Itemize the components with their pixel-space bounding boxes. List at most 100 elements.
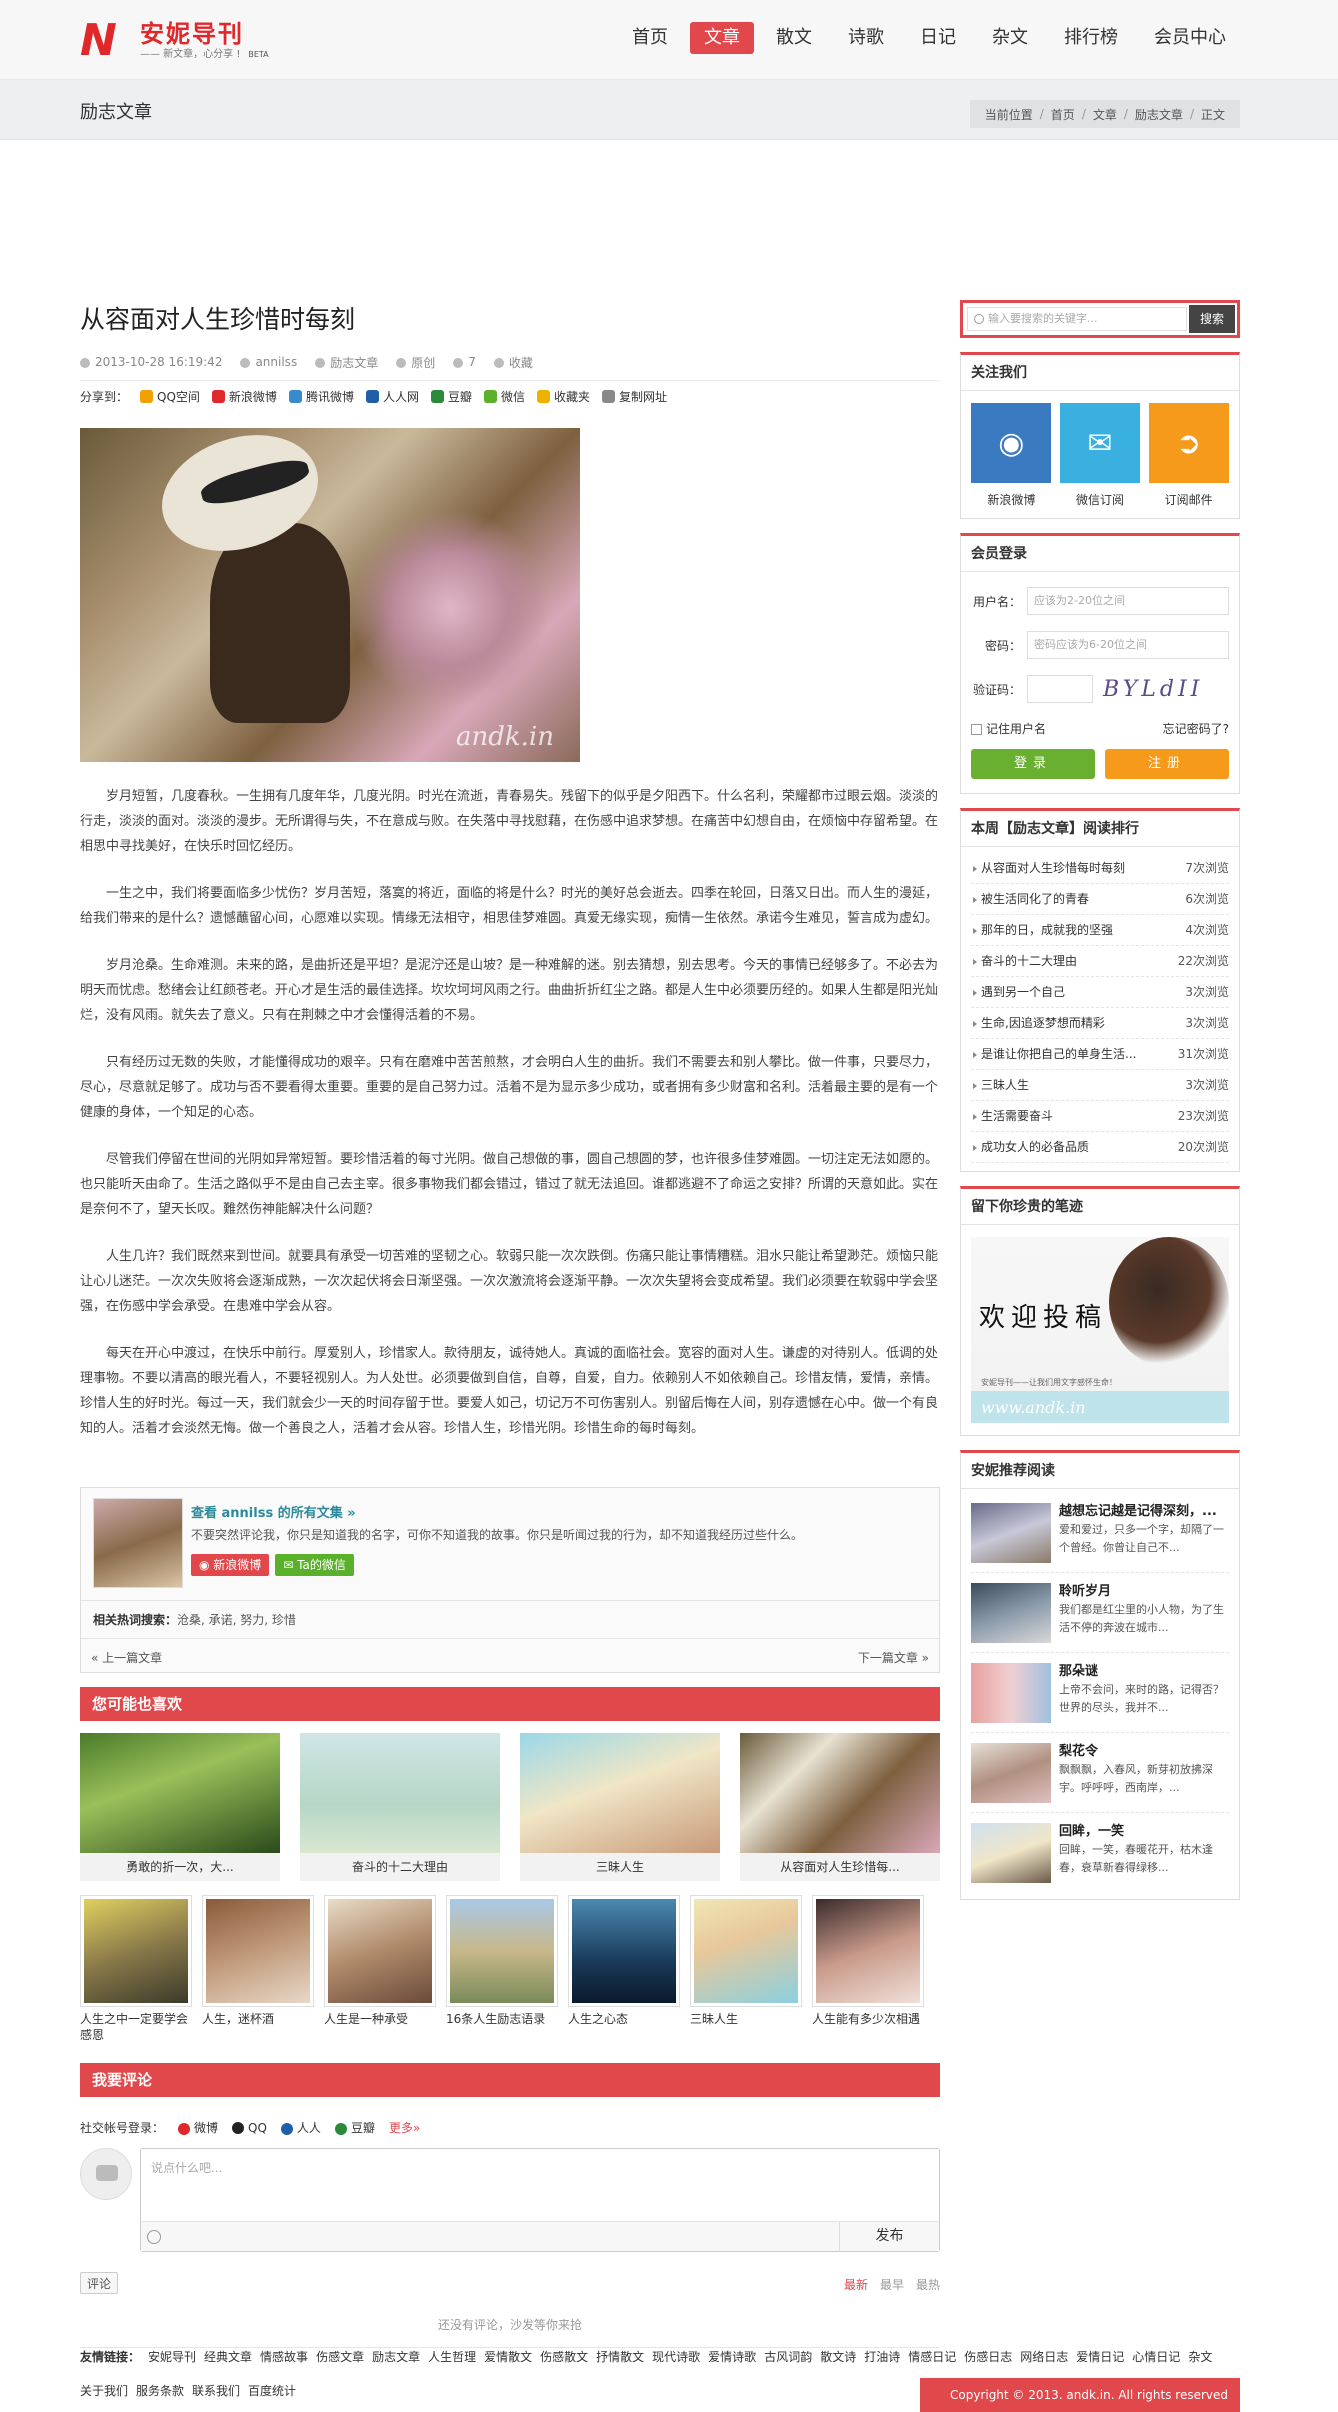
rank-item-title[interactable]: 三昧人生: [971, 1070, 1029, 1100]
like-thumb-caption[interactable]: 人生，迷杯酒: [202, 2011, 314, 2027]
like-thumb[interactable]: 人生之中一定要学会感恩: [80, 1895, 192, 2043]
rank-item-title[interactable]: 成功女人的必备品质: [971, 1132, 1089, 1162]
author-works-link[interactable]: 查看 annilss 的所有文集 »: [191, 1502, 356, 1521]
share-6[interactable]: 收藏夹: [537, 388, 590, 405]
friend-link[interactable]: 杂文: [1188, 2350, 1212, 2364]
rank-item-title[interactable]: 生活需要奋斗: [971, 1101, 1053, 1131]
rss-icon[interactable]: ➲: [1148, 403, 1229, 483]
friend-link[interactable]: 人生哲理: [428, 2350, 476, 2364]
like-thumb-caption[interactable]: 人生能有多少次相遇: [812, 2011, 924, 2027]
like-thumb-image[interactable]: [690, 1895, 802, 2007]
friend-link[interactable]: 励志文章: [372, 2350, 420, 2364]
share-0[interactable]: QQ空间: [140, 388, 200, 405]
friend-link[interactable]: 抒情散文: [596, 2350, 644, 2364]
rank-item-title[interactable]: 被生活同化了的青春: [971, 884, 1089, 914]
comment-textarea[interactable]: 说点什么吧... 发布: [140, 2148, 940, 2252]
friend-link[interactable]: 散文诗: [820, 2350, 856, 2364]
share-7[interactable]: 复制网址: [602, 388, 667, 405]
friend-link[interactable]: 爱情诗歌: [708, 2350, 756, 2364]
like-thumb[interactable]: 人生能有多少次相遇: [812, 1895, 924, 2043]
recommend-image[interactable]: [971, 1503, 1051, 1563]
follow-item-1[interactable]: ✉ 微信订阅: [1059, 403, 1140, 508]
comment-sort-1[interactable]: 最早: [880, 2276, 904, 2293]
friend-link[interactable]: 古风词韵: [764, 2350, 812, 2364]
login-button[interactable]: 登录: [971, 749, 1095, 779]
friend-link[interactable]: 伤感文章: [316, 2350, 364, 2364]
register-button[interactable]: 注册: [1105, 749, 1229, 779]
recommend-item[interactable]: 那朵谜 上帝不会问，来时的路，记得否？世界的尽头，我并不...: [971, 1653, 1229, 1733]
rank-item-title[interactable]: 那年的日，成就我的坚强: [971, 915, 1113, 945]
follow-item-0[interactable]: ◉ 新浪微博: [971, 403, 1052, 508]
crumb-2[interactable]: 文章: [1093, 106, 1117, 123]
rank-item-title[interactable]: 是谁让你把自己的单身生活...: [971, 1039, 1136, 1069]
friend-link[interactable]: 现代诗歌: [652, 2350, 700, 2364]
social-login-0[interactable]: 微博: [178, 2119, 218, 2136]
like-card[interactable]: 从容面对人生珍惜每...: [740, 1733, 940, 1881]
like-thumb-image[interactable]: [324, 1895, 436, 2007]
friend-link[interactable]: 安妮导刊: [148, 2350, 196, 2364]
next-article-link[interactable]: 下一篇文章 »: [858, 1649, 929, 1666]
meta-category[interactable]: 励志文章: [315, 354, 378, 371]
like-card-image[interactable]: [80, 1733, 280, 1853]
wechat-icon[interactable]: ✉: [1059, 403, 1140, 483]
like-card-image[interactable]: [300, 1733, 500, 1853]
nav-item-4[interactable]: 日记: [906, 22, 970, 54]
rank-item[interactable]: 从容面对人生珍惜每时每刻 7次浏览: [971, 853, 1229, 884]
crumb-3[interactable]: 励志文章: [1135, 106, 1183, 123]
friend-link[interactable]: 心情日记: [1132, 2350, 1180, 2364]
recommend-image[interactable]: [971, 1663, 1051, 1723]
crumb-4[interactable]: 正文: [1201, 106, 1225, 123]
rank-item-title[interactable]: 奋斗的十二大理由: [971, 946, 1077, 976]
nav-item-0[interactable]: 首页: [618, 22, 682, 54]
like-thumb-caption[interactable]: 人生之心态: [568, 2011, 680, 2027]
recommend-title[interactable]: 回眸，一笑: [1059, 1823, 1229, 1841]
rank-item[interactable]: 遇到另一个自己 3次浏览: [971, 977, 1229, 1008]
like-card-caption[interactable]: 奋斗的十二大理由: [300, 1853, 500, 1881]
friend-link[interactable]: 经典文章: [204, 2350, 252, 2364]
like-thumb[interactable]: 人生之心态: [568, 1895, 680, 2043]
comment-sort-0[interactable]: 最新: [844, 2276, 868, 2293]
like-thumb-caption[interactable]: 16条人生励志语录: [446, 2011, 558, 2027]
like-thumb-caption[interactable]: 人生之中一定要学会感恩: [80, 2011, 192, 2043]
share-1[interactable]: 新浪微博: [211, 388, 277, 405]
promo-banner[interactable]: 欢迎投稿 安妮导刊——让我们用文字感怀生命！ www.andk.in: [971, 1237, 1229, 1423]
recommend-image[interactable]: [971, 1743, 1051, 1803]
recommend-item[interactable]: 回眸，一笑 回眸，一笑，春暖花开，枯木逢春，衰草新春得绿移...: [971, 1813, 1229, 1893]
recommend-title[interactable]: 梨花令: [1059, 1743, 1229, 1761]
social-more-link[interactable]: 更多»: [389, 2119, 420, 2136]
friend-link[interactable]: 网络日志: [1020, 2350, 1068, 2364]
like-card[interactable]: 奋斗的十二大理由: [300, 1733, 500, 1881]
share-5[interactable]: 微信: [483, 388, 525, 405]
author-avatar[interactable]: [93, 1498, 183, 1588]
rank-item[interactable]: 被生活同化了的青春 6次浏览: [971, 884, 1229, 915]
remember-checkbox[interactable]: 记住用户名: [971, 720, 1046, 737]
crumb-1[interactable]: 首页: [1051, 106, 1075, 123]
meta-fav[interactable]: 收藏: [493, 354, 533, 371]
like-card[interactable]: 勇敢的折一次，大...: [80, 1733, 280, 1881]
nav-item-2[interactable]: 散文: [762, 22, 826, 54]
friend-link[interactable]: 打油诗: [864, 2350, 900, 2364]
friend-link[interactable]: 情感故事: [260, 2350, 308, 2364]
meta-author[interactable]: annilss: [240, 355, 297, 369]
like-thumb-image[interactable]: [202, 1895, 314, 2007]
like-thumb-image[interactable]: [568, 1895, 680, 2007]
footer-link[interactable]: 百度统计: [248, 2384, 296, 2398]
rank-item[interactable]: 成功女人的必备品质 20次浏览: [971, 1132, 1229, 1163]
search-button[interactable]: 搜索: [1189, 305, 1235, 333]
like-thumb[interactable]: 三昧人生: [690, 1895, 802, 2043]
like-card-caption[interactable]: 勇敢的折一次，大...: [80, 1853, 280, 1881]
nav-item-6[interactable]: 排行榜: [1050, 22, 1132, 54]
like-card[interactable]: 三昧人生: [520, 1733, 720, 1881]
captcha-image[interactable]: BYLdII: [1103, 677, 1203, 702]
rank-item-title[interactable]: 从容面对人生珍惜每时每刻: [971, 853, 1125, 883]
social-login-1[interactable]: QQ: [232, 2121, 267, 2135]
author-wechat-button[interactable]: ✉ Ta的微信: [275, 1554, 354, 1576]
rank-item[interactable]: 是谁让你把自己的单身生活... 31次浏览: [971, 1039, 1229, 1070]
rank-item[interactable]: 生命,因追逐梦想而精彩 3次浏览: [971, 1008, 1229, 1039]
friend-link[interactable]: 爱情散文: [484, 2350, 532, 2364]
rank-item-title[interactable]: 遇到另一个自己: [971, 977, 1065, 1007]
share-3[interactable]: 人人网: [365, 388, 419, 405]
nav-item-1[interactable]: 文章: [690, 22, 754, 54]
like-card-caption[interactable]: 三昧人生: [520, 1853, 720, 1881]
like-card-image[interactable]: [740, 1733, 940, 1853]
